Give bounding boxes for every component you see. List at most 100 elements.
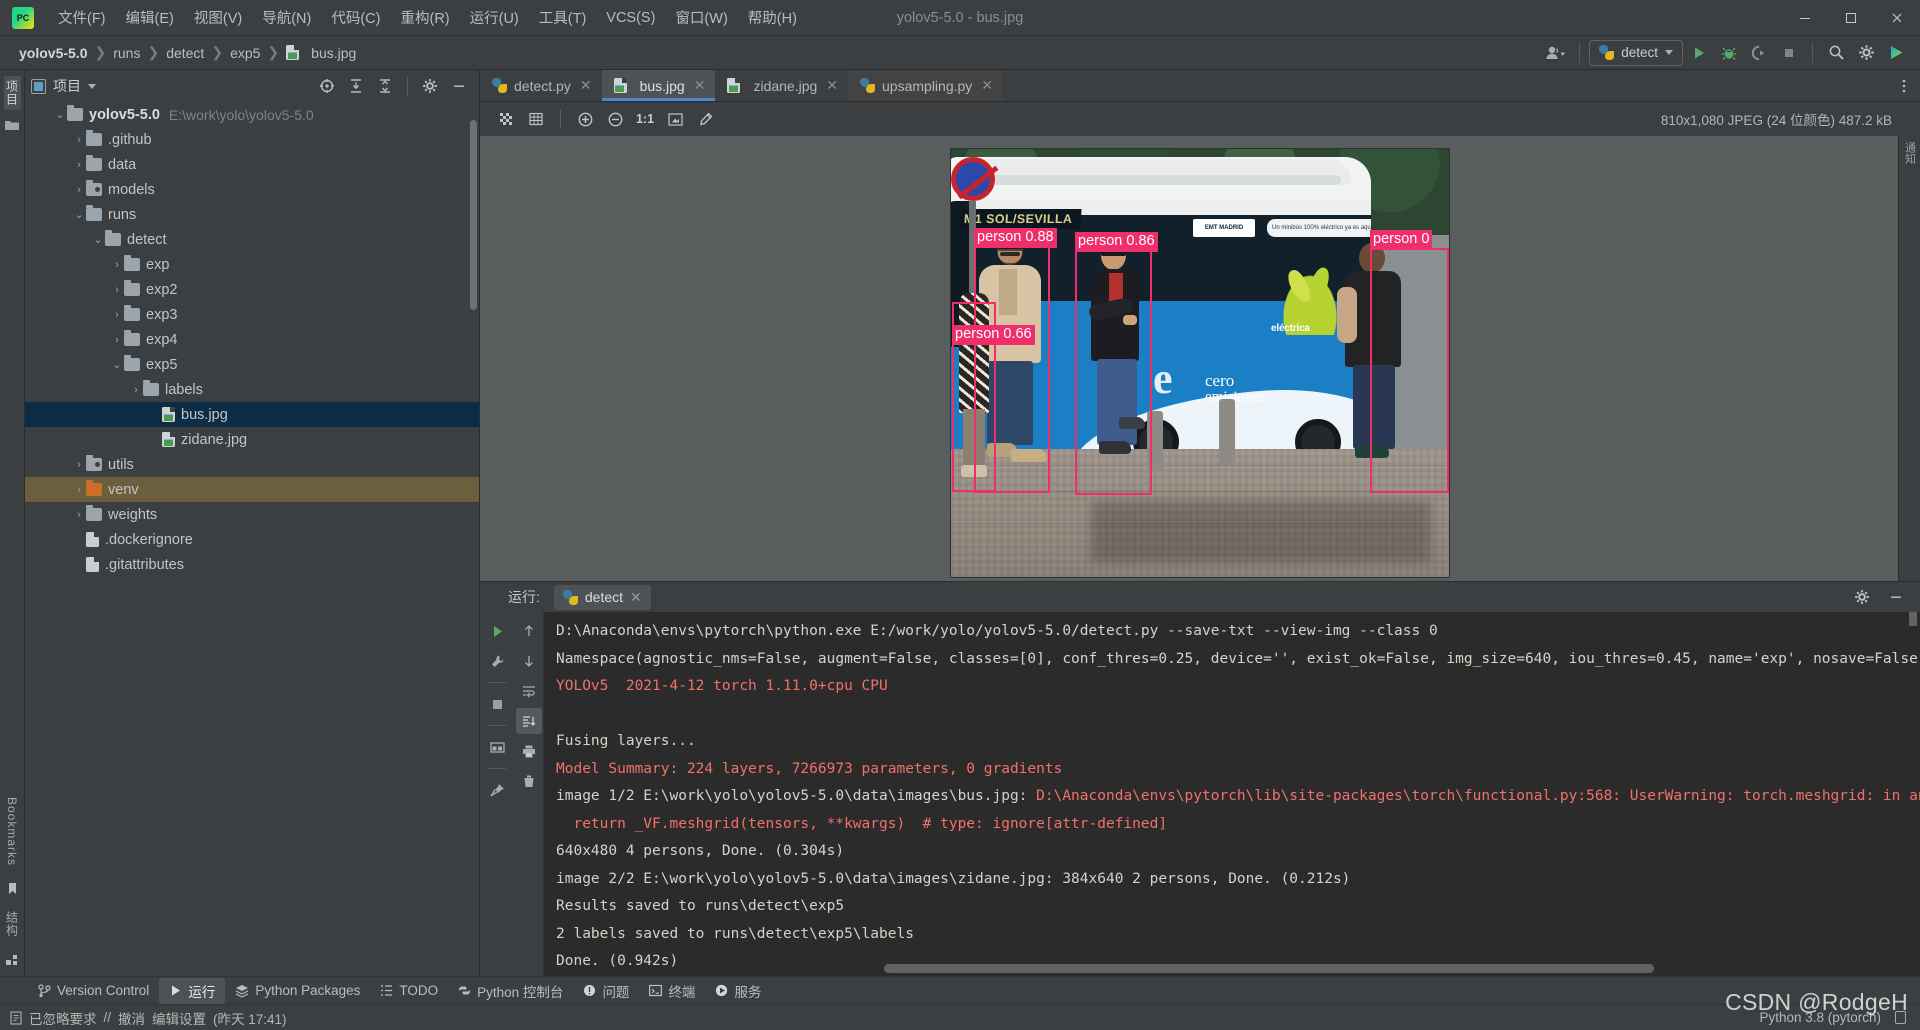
lock-icon[interactable] xyxy=(1895,1011,1906,1024)
chevron-right-icon[interactable]: › xyxy=(110,309,124,321)
color-picker-icon[interactable] xyxy=(691,106,719,132)
close-icon[interactable]: ✕ xyxy=(694,77,706,94)
tree-row[interactable]: › labels xyxy=(25,377,479,402)
project-tree-scrollbar[interactable] xyxy=(470,120,477,310)
structure-icon[interactable] xyxy=(5,953,19,966)
rerun-icon[interactable] xyxy=(484,618,510,644)
tree-row[interactable]: › exp2 xyxy=(25,277,479,302)
scroll-to-end-icon[interactable] xyxy=(515,708,542,734)
status-edit-settings-link[interactable]: 编辑设置 xyxy=(152,1008,206,1028)
menu-run[interactable]: 运行(U) xyxy=(460,3,529,32)
minimize-button[interactable] xyxy=(1782,0,1828,36)
ai-assistant-icon[interactable] xyxy=(1882,40,1910,66)
close-icon[interactable]: ✕ xyxy=(826,77,838,94)
menu-vcs[interactable]: VCS(S) xyxy=(596,6,665,30)
fit-to-window-icon[interactable] xyxy=(661,106,689,132)
breadcrumb-detect[interactable]: detect xyxy=(161,44,209,62)
account-icon[interactable] xyxy=(1542,40,1570,66)
project-panel-title[interactable]: 项目 xyxy=(31,76,96,96)
close-button[interactable] xyxy=(1874,0,1920,36)
breadcrumb-project[interactable]: yolov5-5.0 xyxy=(14,44,92,62)
settings-wrench-icon[interactable] xyxy=(484,648,510,674)
layout-icon[interactable] xyxy=(484,734,510,760)
menu-edit[interactable]: 编辑(E) xyxy=(116,3,184,32)
zoom-out-icon[interactable] xyxy=(601,106,629,132)
editor-tab-zidane-jpg[interactable]: zidane.jpg ✕ xyxy=(715,70,849,101)
trash-icon[interactable] xyxy=(516,768,542,794)
tree-row[interactable]: › .github xyxy=(25,127,479,152)
chevron-down-icon[interactable] xyxy=(88,83,96,89)
soft-wrap-icon[interactable] xyxy=(516,678,542,704)
stop-icon[interactable] xyxy=(484,691,510,717)
close-icon[interactable]: ✕ xyxy=(580,77,592,94)
run-configuration-selector[interactable]: detect xyxy=(1589,39,1683,66)
menu-tools[interactable]: 工具(T) xyxy=(529,3,597,32)
expand-all-icon[interactable] xyxy=(342,73,370,99)
bookmark-icon[interactable] xyxy=(6,882,19,895)
tree-row[interactable]: › exp4 xyxy=(25,327,479,352)
sidebar-item-bookmarks[interactable]: Bookmarks xyxy=(5,793,19,870)
menu-refactor[interactable]: 重构(R) xyxy=(390,3,459,32)
debug-icon[interactable] xyxy=(1715,40,1743,66)
console-output[interactable]: D:\Anaconda\envs\pytorch\python.exe E:/w… xyxy=(544,612,1920,976)
tree-row[interactable]: › exp3 xyxy=(25,302,479,327)
hide-panel-icon[interactable] xyxy=(445,73,473,99)
menu-navigate[interactable]: 导航(N) xyxy=(252,3,321,32)
project-tree[interactable]: ⌄ yolov5-5.0 E:\work\yolo\yolov5-5.0 › .gith… xyxy=(25,102,479,976)
up-arrow-icon[interactable] xyxy=(516,618,542,644)
notifications-label[interactable]: 通知 xyxy=(1902,142,1918,164)
sidebar-item-project[interactable]: 项目 xyxy=(3,76,21,110)
chevron-right-icon[interactable]: › xyxy=(72,134,86,146)
tool-window-button-python[interactable]: Python 控制台 xyxy=(448,978,573,1004)
gear-icon[interactable] xyxy=(416,73,444,99)
folder-icon[interactable] xyxy=(5,119,19,131)
chevron-right-icon[interactable]: › xyxy=(72,484,86,496)
chevron-right-icon[interactable]: › xyxy=(72,184,86,196)
breadcrumb-file[interactable]: bus.jpg xyxy=(281,44,361,62)
close-icon[interactable]: ✕ xyxy=(630,589,642,606)
run-icon[interactable] xyxy=(1685,40,1713,66)
gear-icon[interactable] xyxy=(1852,40,1880,66)
transparency-grid-icon[interactable] xyxy=(492,106,520,132)
chevron-right-icon[interactable]: › xyxy=(110,259,124,271)
chevron-down-icon[interactable]: ⌄ xyxy=(91,233,105,246)
close-icon[interactable]: ✕ xyxy=(981,77,993,94)
search-icon[interactable] xyxy=(1822,40,1850,66)
chevron-down-icon[interactable]: ⌄ xyxy=(72,208,86,221)
run-coverage-icon[interactable] xyxy=(1745,40,1773,66)
tree-row[interactable]: .gitattributes xyxy=(25,552,479,577)
menu-help[interactable]: 帮助(H) xyxy=(738,3,807,32)
chevron-right-icon[interactable]: › xyxy=(72,159,86,171)
tool-window-button-services[interactable]: 服务 xyxy=(705,978,771,1004)
tree-row[interactable]: › models xyxy=(25,177,479,202)
editor-tab-bus-jpg[interactable]: bus.jpg ✕ xyxy=(601,70,716,101)
zoom-in-icon[interactable] xyxy=(571,106,599,132)
menu-code[interactable]: 代码(C) xyxy=(321,3,390,32)
tree-row[interactable]: › venv xyxy=(25,477,479,502)
tool-window-button-play[interactable]: 运行 xyxy=(159,977,226,1004)
collapse-all-icon[interactable] xyxy=(371,73,399,99)
tool-window-button-todo[interactable]: TODO xyxy=(370,980,448,1001)
pin-icon[interactable] xyxy=(484,777,510,803)
tool-window-button-branch[interactable]: Version Control xyxy=(28,980,159,1001)
editor-tab-upsampling-py[interactable]: upsampling.py ✕ xyxy=(848,70,1004,101)
console-horizontal-scrollbar[interactable] xyxy=(884,964,1654,973)
tool-window-button-terminal[interactable]: 终端 xyxy=(639,978,705,1004)
chevron-right-icon[interactable]: › xyxy=(110,284,124,296)
breadcrumb-exp5[interactable]: exp5 xyxy=(225,44,265,62)
tree-row[interactable]: ⌄ detect xyxy=(25,227,479,252)
tree-row[interactable]: ⌄ exp5 xyxy=(25,352,479,377)
chevron-right-icon[interactable]: › xyxy=(72,459,86,471)
minimize-icon[interactable] xyxy=(1882,584,1910,610)
menu-window[interactable]: 窗口(W) xyxy=(665,3,737,32)
gear-icon[interactable] xyxy=(1848,584,1876,610)
status-undo-link[interactable]: 撤消 xyxy=(118,1008,145,1028)
select-opened-file-icon[interactable] xyxy=(313,73,341,99)
down-arrow-icon[interactable] xyxy=(516,648,542,674)
tree-row[interactable]: › data xyxy=(25,152,479,177)
console-vertical-scrollbar[interactable] xyxy=(1909,612,1917,626)
tree-row[interactable]: .dockerignore xyxy=(25,527,479,552)
image-viewer[interactable]: M1 SOL/SEVILLA EMT MADRID Un minibús 100… xyxy=(480,136,1920,581)
sidebar-item-structure[interactable]: 结构 xyxy=(4,907,21,941)
menu-file[interactable]: 文件(F) xyxy=(48,3,116,32)
